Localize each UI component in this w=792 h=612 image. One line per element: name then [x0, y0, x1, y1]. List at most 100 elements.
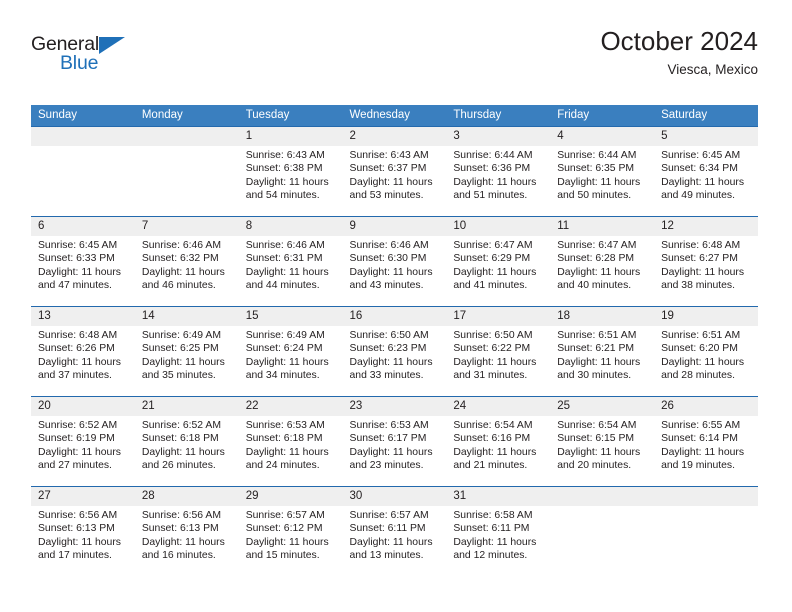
day-details: Sunrise: 6:46 AM Sunset: 6:32 PM Daylight:… — [135, 236, 239, 293]
day-cell-inner — [31, 127, 135, 216]
day-details: Sunrise: 6:45 AM Sunset: 6:33 PM Daylight:… — [31, 236, 135, 293]
day-daylight1-text: Daylight: 11 hours — [453, 446, 537, 458]
day-details: Sunrise: 6:43 AM Sunset: 6:37 PM Daylight:… — [343, 146, 447, 203]
calendar-day-cell[interactable]: 5 Sunrise: 6:45 AM Sunset: 6:34 PM Daylight… — [654, 126, 758, 217]
calendar-day-cell[interactable]: 19 Sunrise: 6:51 AM Sunset: 6:20 PM Dayligh… — [654, 306, 758, 397]
day-sunset-text: Sunset: 6:26 PM — [38, 343, 115, 355]
calendar-day-cell[interactable]: 12 Sunrise: 6:48 AM Sunset: 6:27 PM Dayligh… — [654, 216, 758, 307]
day-cell-inner: 15 Sunrise: 6:49 AM Sunset: 6:24 PM Dayligh… — [238, 307, 343, 396]
calendar-day-cell[interactable]: 2 Sunrise: 6:43 AM Sunset: 6:37 PM Daylight… — [342, 126, 447, 217]
calendar-day-cell[interactable]: 29 Sunrise: 6:57 AM Sunset: 6:12 PM Dayligh… — [238, 486, 343, 576]
day-number: 6 — [31, 217, 135, 236]
day-daylight1-text: Daylight: 11 hours — [661, 176, 745, 188]
day-cell-inner: 22 Sunrise: 6:53 AM Sunset: 6:18 PM Dayligh… — [238, 397, 343, 486]
day-sunset-text: Sunset: 6:37 PM — [349, 163, 427, 175]
day-sunrise-text: Sunrise: 6:51 AM — [661, 330, 741, 341]
day-details: Sunrise: 6:54 AM Sunset: 6:15 PM Daylight:… — [550, 416, 654, 473]
day-cell-inner: 20 Sunrise: 6:52 AM Sunset: 6:19 PM Dayligh… — [31, 397, 135, 486]
day-daylight1-text: Daylight: 11 hours — [38, 446, 121, 458]
day-sunrise-text: Sunrise: 6:52 AM — [141, 420, 221, 431]
day-cell-inner: 24 Sunrise: 6:54 AM Sunset: 6:16 PM Dayligh… — [446, 397, 551, 486]
calendar-day-cell[interactable]: 9 Sunrise: 6:46 AM Sunset: 6:30 PM Daylight… — [342, 216, 447, 307]
day-details: Sunrise: 6:49 AM Sunset: 6:25 PM Daylight:… — [135, 326, 239, 383]
day-sunrise-text: Sunrise: 6:44 AM — [453, 150, 533, 161]
day-cell-inner: 8 Sunrise: 6:46 AM Sunset: 6:31 PM Daylight… — [238, 217, 343, 306]
day-sunset-text: Sunset: 6:38 PM — [245, 163, 323, 175]
calendar-day-cell[interactable]: 8 Sunrise: 6:46 AM Sunset: 6:31 PM Daylight… — [238, 216, 343, 307]
day-sunrise-text: Sunrise: 6:49 AM — [245, 330, 325, 341]
day-details: Sunrise: 6:55 AM Sunset: 6:14 PM Daylight:… — [654, 416, 758, 473]
day-daylight2-text: and 17 minutes. — [38, 550, 112, 562]
day-details — [31, 146, 135, 149]
day-daylight1-text: Daylight: 11 hours — [38, 536, 121, 548]
calendar-day-cell[interactable]: 24 Sunrise: 6:54 AM Sunset: 6:16 PM Dayligh… — [446, 396, 551, 487]
day-daylight1-text: Daylight: 11 hours — [453, 176, 537, 188]
day-cell-inner: 23 Sunrise: 6:53 AM Sunset: 6:17 PM Dayligh… — [342, 397, 447, 486]
calendar-day-cell[interactable]: 13 Sunrise: 6:48 AM Sunset: 6:26 PM Dayligh… — [31, 306, 135, 397]
day-sunrise-text: Sunrise: 6:51 AM — [557, 330, 637, 341]
calendar-day-cell[interactable]: 21 Sunrise: 6:52 AM Sunset: 6:18 PM Dayligh… — [134, 396, 239, 487]
calendar-day-cell[interactable]: 17 Sunrise: 6:50 AM Sunset: 6:22 PM Dayligh… — [446, 306, 551, 397]
calendar-day-cell[interactable]: 27 Sunrise: 6:56 AM Sunset: 6:13 PM Dayligh… — [31, 486, 135, 576]
day-sunset-text: Sunset: 6:20 PM — [661, 343, 738, 355]
day-number: 20 — [31, 397, 135, 416]
day-number: 4 — [550, 127, 655, 146]
day-daylight1-text: Daylight: 11 hours — [349, 176, 433, 188]
day-daylight1-text: Daylight: 11 hours — [141, 446, 225, 458]
calendar-day-cell[interactable]: 7 Sunrise: 6:46 AM Sunset: 6:32 PM Daylight… — [134, 216, 239, 307]
day-daylight1-text: Daylight: 11 hours — [453, 536, 537, 548]
title-block: October 2024 Viesca, Mexico — [600, 26, 758, 80]
calendar-day-cell[interactable]: 1 Sunrise: 6:43 AM Sunset: 6:38 PM Daylight… — [238, 126, 343, 217]
calendar-day-cell[interactable]: 30 Sunrise: 6:57 AM Sunset: 6:11 PM Dayligh… — [342, 486, 447, 576]
day-sunrise-text: Sunrise: 6:48 AM — [38, 330, 118, 341]
day-daylight2-text: and 28 minutes. — [661, 370, 735, 382]
calendar-day-cell[interactable]: 18 Sunrise: 6:51 AM Sunset: 6:21 PM Dayligh… — [550, 306, 655, 397]
calendar-day-cell[interactable]: 10 Sunrise: 6:47 AM Sunset: 6:29 PM Dayligh… — [446, 216, 551, 307]
calendar-day-cell[interactable]: 15 Sunrise: 6:49 AM Sunset: 6:24 PM Dayligh… — [238, 306, 343, 397]
day-daylight2-text: and 16 minutes. — [141, 550, 216, 562]
calendar-day-cell[interactable]: 20 Sunrise: 6:52 AM Sunset: 6:19 PM Dayligh… — [31, 396, 135, 487]
day-sunset-text: Sunset: 6:19 PM — [38, 433, 115, 445]
day-details: Sunrise: 6:44 AM Sunset: 6:36 PM Daylight:… — [446, 146, 550, 203]
day-number: 8 — [238, 217, 343, 236]
day-daylight2-text: and 24 minutes. — [245, 460, 320, 472]
day-details: Sunrise: 6:47 AM Sunset: 6:29 PM Daylight:… — [446, 236, 550, 293]
day-cell-inner: 12 Sunrise: 6:48 AM Sunset: 6:27 PM Dayligh… — [654, 217, 758, 306]
calendar-day-cell[interactable]: 11 Sunrise: 6:47 AM Sunset: 6:28 PM Dayligh… — [550, 216, 655, 307]
day-daylight1-text: Daylight: 11 hours — [453, 356, 537, 368]
day-cell-inner: 1 Sunrise: 6:43 AM Sunset: 6:38 PM Daylight… — [238, 127, 343, 216]
day-details: Sunrise: 6:53 AM Sunset: 6:18 PM Daylight:… — [239, 416, 343, 473]
day-details: Sunrise: 6:50 AM Sunset: 6:23 PM Daylight:… — [343, 326, 447, 383]
day-daylight2-text: and 54 minutes. — [245, 190, 320, 202]
day-details: Sunrise: 6:56 AM Sunset: 6:13 PM Daylight:… — [31, 506, 135, 563]
calendar-day-cell[interactable]: 25 Sunrise: 6:54 AM Sunset: 6:15 PM Dayligh… — [550, 396, 655, 487]
day-sunrise-text: Sunrise: 6:49 AM — [141, 330, 221, 341]
day-daylight2-text: and 31 minutes. — [453, 370, 528, 382]
day-details: Sunrise: 6:56 AM Sunset: 6:13 PM Daylight:… — [135, 506, 239, 563]
day-sunset-text: Sunset: 6:25 PM — [141, 343, 219, 355]
day-details — [550, 506, 654, 509]
day-number: 19 — [654, 307, 758, 326]
calendar-day-cell[interactable]: 28 Sunrise: 6:56 AM Sunset: 6:13 PM Dayligh… — [134, 486, 239, 576]
calendar-day-cell[interactable]: 14 Sunrise: 6:49 AM Sunset: 6:25 PM Dayligh… — [134, 306, 239, 397]
day-sunset-text: Sunset: 6:17 PM — [349, 433, 427, 445]
day-number: 28 — [134, 487, 239, 506]
day-details: Sunrise: 6:44 AM Sunset: 6:35 PM Daylight:… — [550, 146, 654, 203]
calendar-day-cell[interactable]: 3 Sunrise: 6:44 AM Sunset: 6:36 PM Daylight… — [446, 126, 551, 217]
day-daylight2-text: and 47 minutes. — [38, 280, 112, 292]
calendar-day-cell-empty — [31, 126, 135, 217]
calendar-body: 1 Sunrise: 6:43 AM Sunset: 6:38 PM Daylight… — [31, 126, 758, 576]
calendar-day-cell[interactable]: 31 Sunrise: 6:58 AM Sunset: 6:11 PM Dayligh… — [446, 486, 551, 576]
day-sunset-text: Sunset: 6:31 PM — [245, 253, 323, 265]
calendar-day-cell[interactable]: 16 Sunrise: 6:50 AM Sunset: 6:23 PM Dayligh… — [342, 306, 447, 397]
day-daylight1-text: Daylight: 11 hours — [38, 266, 121, 278]
calendar-day-cell[interactable]: 23 Sunrise: 6:53 AM Sunset: 6:17 PM Dayligh… — [342, 396, 447, 487]
calendar-day-cell[interactable]: 22 Sunrise: 6:53 AM Sunset: 6:18 PM Dayligh… — [238, 396, 343, 487]
day-number: 17 — [446, 307, 551, 326]
calendar-day-cell[interactable]: 4 Sunrise: 6:44 AM Sunset: 6:35 PM Daylight… — [550, 126, 655, 217]
day-details: Sunrise: 6:50 AM Sunset: 6:22 PM Daylight:… — [446, 326, 550, 383]
calendar-day-cell[interactable]: 6 Sunrise: 6:45 AM Sunset: 6:33 PM Daylight… — [31, 216, 135, 307]
day-cell-inner: 31 Sunrise: 6:58 AM Sunset: 6:11 PM Dayligh… — [446, 487, 551, 576]
day-sunrise-text: Sunrise: 6:48 AM — [661, 240, 741, 251]
calendar-day-cell[interactable]: 26 Sunrise: 6:55 AM Sunset: 6:14 PM Dayligh… — [654, 396, 758, 487]
